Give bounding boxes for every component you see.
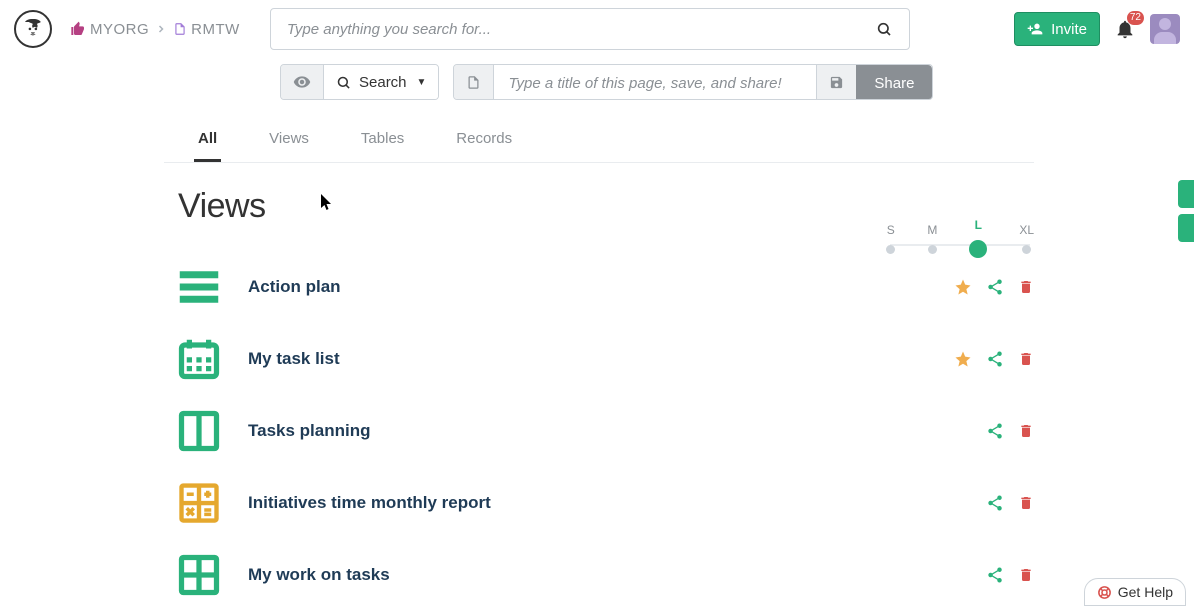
caret-down-icon: ▼ [417,77,427,88]
top-bar: MYORG RMTW Invite 72 [0,0,1194,50]
lifebuoy-icon [1097,585,1112,600]
face-icon [21,17,45,41]
view-actions [986,566,1034,584]
view-actions [986,422,1034,440]
help-button[interactable]: Get Help [1084,578,1186,606]
content-tabs: All Views Tables Records [164,130,1034,163]
calendar-icon [178,338,220,380]
trash-icon[interactable] [1018,423,1034,439]
trash-icon[interactable] [1018,567,1034,583]
page-title-group: Share [453,64,933,100]
breadcrumb: MYORG RMTW [70,21,240,38]
global-search [270,8,910,50]
save-page-button[interactable] [816,65,856,99]
side-tab-2[interactable] [1178,214,1194,242]
notifications-button[interactable]: 72 [1114,18,1136,40]
view-row[interactable]: Tasks planning [178,410,1034,452]
view-actions [986,494,1034,512]
view-search-group: Search ▼ [280,64,439,100]
star-icon[interactable] [954,278,972,296]
breadcrumb-page[interactable]: RMTW [191,21,240,38]
search-icon[interactable] [866,8,902,50]
share-icon[interactable] [986,494,1004,512]
tab-all[interactable]: All [194,130,221,162]
share-icon[interactable] [986,422,1004,440]
share-icon[interactable] [986,278,1004,296]
notification-count-badge: 72 [1127,11,1144,25]
invite-button[interactable]: Invite [1014,12,1100,46]
save-icon [829,75,844,90]
breadcrumb-org[interactable]: MYORG [90,21,149,38]
size-l[interactable]: L [969,218,987,258]
view-title: My work on tasks [248,565,390,585]
view-title: Initiatives time monthly report [248,493,491,513]
view-row[interactable]: Action plan [178,266,1034,308]
eye-icon [293,73,311,91]
view-title: My task list [248,349,340,369]
views-list: Action plan My task list Tasks planning [178,266,1034,596]
thumbs-up-icon [70,21,86,37]
toolbar-row: Search ▼ Share [0,50,1194,100]
file-icon [173,22,187,36]
columns-icon [178,410,220,452]
search-icon [336,75,351,90]
side-tab-1[interactable] [1178,180,1194,208]
view-row[interactable]: Initiatives time monthly report [178,482,1034,524]
view-row[interactable]: My task list [178,338,1034,380]
file-icon [466,75,481,90]
trash-icon[interactable] [1018,351,1034,367]
page-title-input[interactable] [494,65,816,100]
trash-icon[interactable] [1018,495,1034,511]
visibility-toggle[interactable] [281,65,324,99]
search-input[interactable] [270,8,910,50]
profile-avatar[interactable] [14,10,52,48]
view-actions [954,278,1034,296]
size-m[interactable]: M [927,223,937,254]
tab-tables[interactable]: Tables [357,130,408,162]
size-xl[interactable]: XL [1019,223,1034,254]
cursor-icon [320,194,334,212]
share-button[interactable]: Share [856,65,932,100]
user-avatar[interactable] [1150,14,1180,44]
star-icon[interactable] [954,350,972,368]
view-actions [954,350,1034,368]
page-template-button[interactable] [454,65,494,99]
chevron-right-icon [153,23,169,35]
view-title: Tasks planning [248,421,371,441]
trash-icon[interactable] [1018,279,1034,295]
view-row[interactable]: My work on tasks [178,554,1034,596]
tab-views[interactable]: Views [265,130,313,162]
search-dropdown-button[interactable]: Search ▼ [324,65,438,99]
list-icon [178,266,220,308]
grid-icon [178,554,220,596]
size-slider[interactable]: S M L XL [886,218,1034,258]
top-right-actions: Invite 72 [1014,12,1180,46]
formula-grid-icon [178,482,220,524]
share-icon[interactable] [986,350,1004,368]
size-s[interactable]: S [886,223,895,254]
side-tabs [1178,180,1194,242]
share-icon[interactable] [986,566,1004,584]
user-plus-icon [1027,21,1043,37]
tab-records[interactable]: Records [452,130,516,162]
view-title: Action plan [248,277,341,297]
